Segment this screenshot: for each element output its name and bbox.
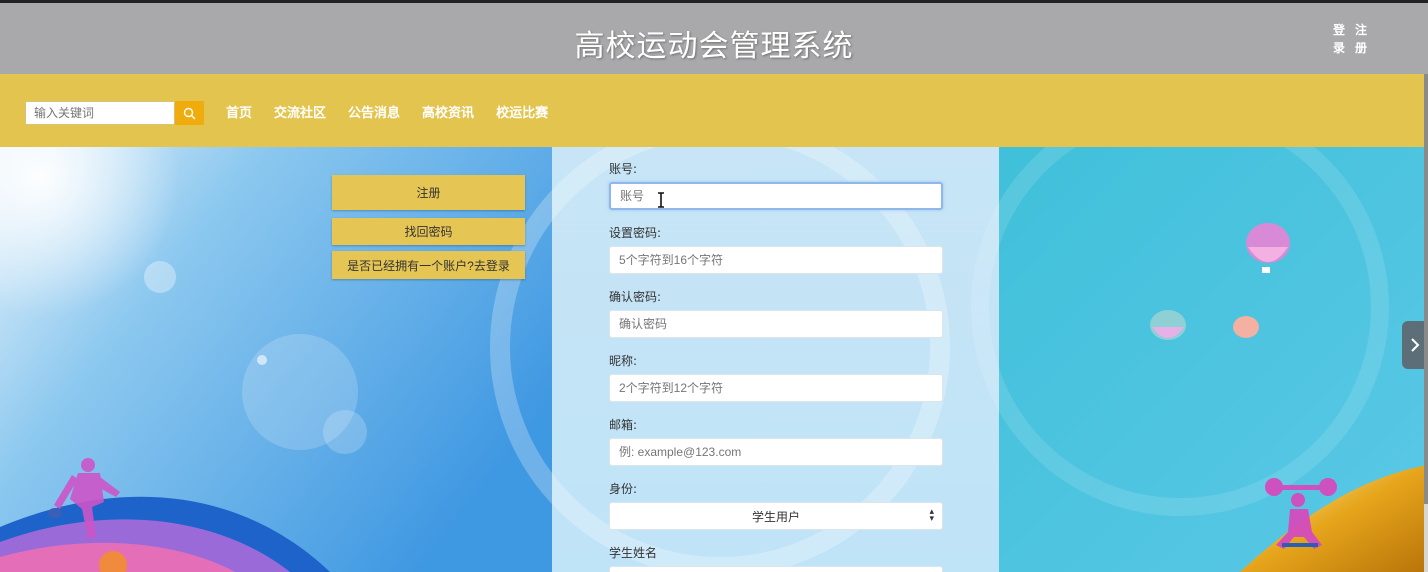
- login-link-char-2[interactable]: 录: [1332, 39, 1346, 56]
- role-select-value: 学生用户: [751, 509, 800, 524]
- confirm-password-input[interactable]: [609, 310, 943, 338]
- password-label: 设置密码:: [609, 226, 662, 240]
- chevron-right-icon: [1411, 338, 1420, 352]
- student-name-label: 学生姓名: [609, 546, 658, 560]
- login-link-char-1[interactable]: 登: [1332, 21, 1346, 38]
- nav-community[interactable]: 交流社区: [274, 102, 326, 121]
- email-input[interactable]: [609, 438, 943, 466]
- nav-announcements[interactable]: 公告消息: [348, 102, 400, 121]
- search-button[interactable]: [175, 101, 204, 125]
- register-link-char-2[interactable]: 册: [1354, 39, 1368, 56]
- search-box: [25, 101, 182, 125]
- account-label: 账号:: [609, 162, 638, 176]
- find-password-button[interactable]: 找回密码: [332, 218, 525, 245]
- nickname-label: 昵称:: [609, 354, 638, 368]
- register-button[interactable]: 注册: [332, 175, 525, 210]
- nickname-input[interactable]: [609, 374, 943, 402]
- site-header: 高校运动会管理系统 登 注 录 册: [0, 3, 1428, 74]
- student-name-input[interactable]: [609, 566, 943, 572]
- role-label: 身份:: [609, 482, 638, 496]
- password-input[interactable]: [609, 246, 943, 274]
- nav-competitions[interactable]: 校运比赛: [496, 102, 548, 121]
- scrollbar-thumb[interactable]: [1424, 74, 1428, 504]
- nav-links: 首页 交流社区 公告消息 高校资讯 校运比赛: [226, 102, 548, 121]
- nav-home[interactable]: 首页: [226, 102, 252, 121]
- go-login-button[interactable]: 是否已经拥有一个账户?去登录: [332, 251, 525, 279]
- confirm-password-label: 确认密码:: [609, 290, 662, 304]
- register-form: 账号: 设置密码: 确认密码: 昵称: 邮箱: 身份: 学生用户 ▴▾ 学生姓名: [552, 147, 999, 572]
- role-select[interactable]: 学生用户 ▴ ▾: [609, 502, 943, 530]
- select-arrows-icon: ▴ ▾: [929, 507, 934, 524]
- nav-news[interactable]: 高校资讯: [422, 102, 474, 121]
- nav-bar: 首页 交流社区 公告消息 高校资讯 校运比赛: [0, 74, 1428, 147]
- register-link-char-1[interactable]: 注: [1354, 21, 1368, 38]
- main-content: 注册 找回密码 是否已经拥有一个账户?去登录 账号: 设置密码: 确认密码: 昵…: [0, 147, 1428, 572]
- search-input[interactable]: [26, 102, 182, 124]
- text-cursor-icon: [658, 192, 664, 208]
- search-icon: [183, 107, 196, 119]
- auth-links: 登 注 录 册: [1332, 21, 1372, 56]
- email-label: 邮箱:: [609, 418, 638, 432]
- site-title: 高校运动会管理系统: [574, 29, 854, 64]
